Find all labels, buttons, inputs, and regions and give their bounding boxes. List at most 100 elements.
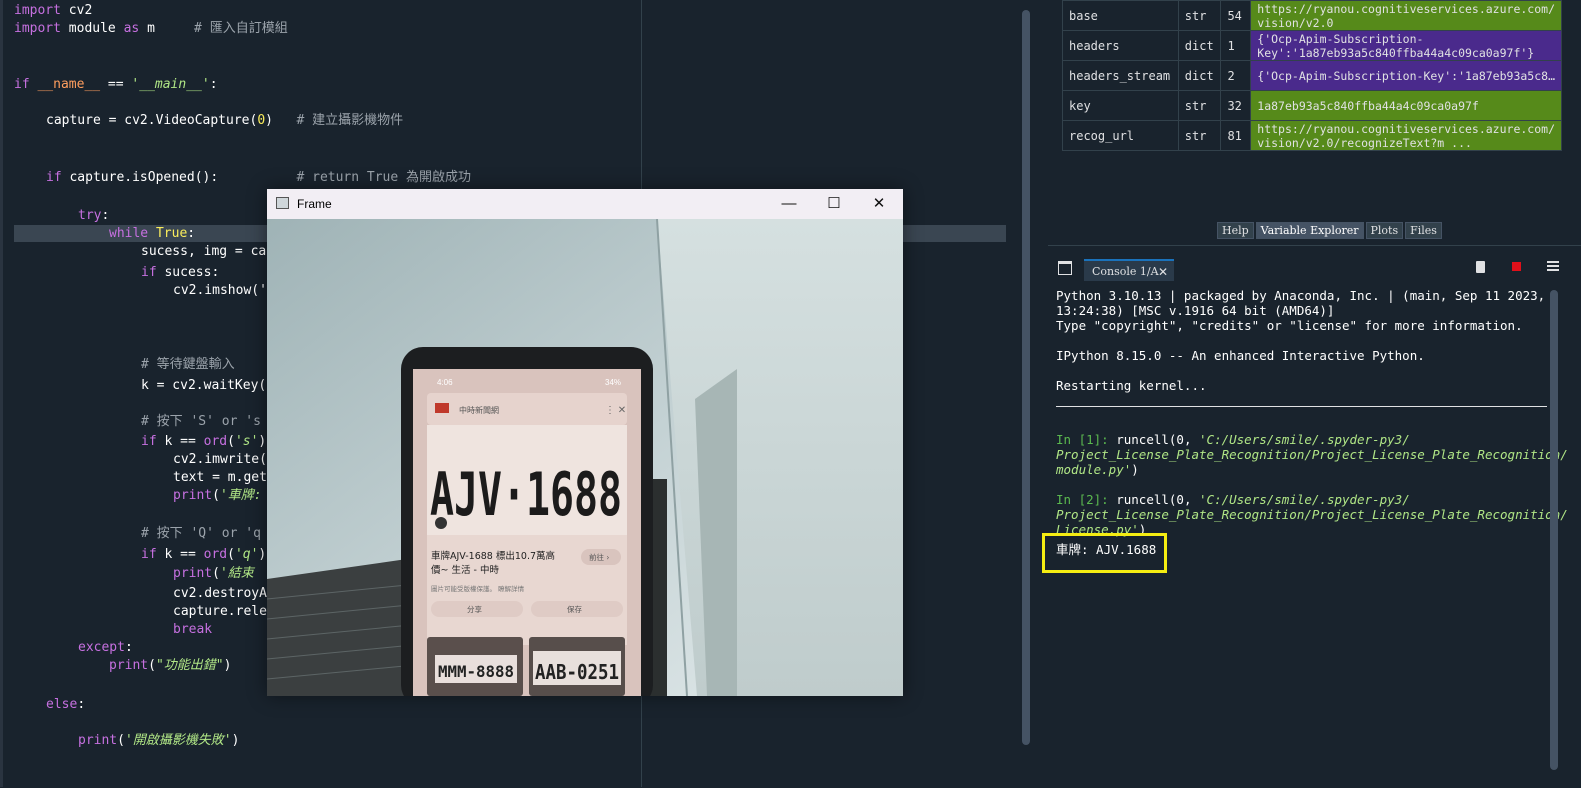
variable-value-line-2: vision/v2.0/recognizeText?m ...: [1257, 135, 1472, 150]
console-token: 'C:/Users/smile/.spyder-py3/: [1199, 432, 1410, 447]
code-token: else: [46, 697, 78, 712]
variable-value: https://ryanou.cognitiveservices.azure.c…: [1250, 120, 1562, 151]
code-token: cv2.imwrite(: [173, 452, 267, 467]
code-token: as: [123, 21, 140, 36]
code-token: if: [141, 547, 157, 562]
code-token: (: [227, 547, 235, 562]
console-panel-icon[interactable]: [1058, 261, 1072, 275]
console-scrollbar[interactable]: [1550, 290, 1558, 770]
console-line: In [2]: runcell(0, 'C:/Users/smile/.spyd…: [1056, 492, 1410, 507]
variable-row[interactable]: key str 32 1a87eb93a5c840ffba44a4c09ca0a97f: [1062, 90, 1562, 121]
code-token: m: [139, 21, 195, 36]
code-token: ==: [100, 77, 132, 92]
sub-caption: 圖片可能受版權保護。 瞭解詳情: [431, 584, 525, 593]
code-token: sucess, img = ca: [141, 244, 267, 259]
code-token: cv2.imshow(': [173, 283, 267, 298]
highlight-box: [1042, 533, 1167, 573]
svg-text:⋮ ✕: ⋮ ✕: [605, 405, 626, 416]
editor-scrollbar[interactable]: [1022, 10, 1030, 745]
console-token: Type "copyright", "credits" or "license"…: [1056, 318, 1523, 333]
code-token: capture.isOpened():: [61, 170, 297, 185]
stop-icon[interactable]: [1512, 262, 1521, 271]
variable-value: 1a87eb93a5c840ffba44a4c09ca0a97f: [1250, 90, 1562, 121]
console-token: 13:24:38) [MSC v.1916 64 bit (AMD64)]: [1056, 303, 1335, 318]
code-token: print: [109, 658, 149, 673]
code-token: # 等待鍵盤輸入: [141, 357, 235, 372]
minimize-button[interactable]: —: [769, 192, 809, 216]
code-line: # 按下 'Q' or 'q: [141, 525, 261, 543]
pane-tab[interactable]: Plots: [1365, 222, 1404, 239]
variable-value: {'Ocp-Apim-Subscription-Key':'1a87eb93a5…: [1250, 60, 1562, 91]
code-token: capture.rele: [173, 604, 267, 619]
pane-tab[interactable]: Files: [1405, 222, 1442, 239]
frame-title: Frame: [297, 197, 332, 211]
code-line: except:: [78, 639, 133, 657]
variable-name: headers: [1062, 30, 1179, 61]
code-token: ): [258, 434, 267, 449]
variable-value: https://ryanou.cognitiveservices.azure.c…: [1250, 0, 1562, 31]
code-line: cv2.destroyA: [173, 585, 267, 603]
variable-size: 2: [1220, 60, 1252, 91]
pane-tabs: Help Variable Explorer Plots Files: [1217, 222, 1442, 239]
console-token: In [2]:: [1056, 492, 1117, 507]
code-line: print("功能出錯"): [109, 657, 231, 675]
code-token: (: [148, 658, 156, 673]
code-line: text = m.get: [173, 469, 267, 487]
app-title: 中時新聞網: [459, 405, 499, 415]
variable-row[interactable]: base str 54 https://ryanou.cognitiveservice…: [1062, 0, 1562, 31]
console-token: In [1]:: [1056, 432, 1117, 447]
code-token: print: [173, 488, 213, 503]
code-token: print: [78, 733, 118, 748]
variable-row[interactable]: headers_stream dict 2 {'Ocp-Apim-Subscripti…: [1062, 60, 1562, 91]
headline: 車牌AJV-1688 標出10.7萬高: [431, 550, 555, 562]
code-token: ): [265, 113, 297, 128]
variable-row[interactable]: headers dict 1 {'Ocp-Apim-Subscription- Key'…: [1062, 30, 1562, 61]
frame-titlebar[interactable]: Frame — ☐ ✕: [267, 189, 903, 219]
code-token: k ==: [156, 434, 204, 449]
variable-value-line-2: Key':'1a87eb93a5c840ffba44a4c09ca0a97f'}: [1257, 45, 1535, 60]
code-line: if k == ord('s'): [141, 433, 266, 451]
code-line: break: [173, 621, 212, 639]
code-line: print('開啟攝影機失敗'): [78, 732, 239, 750]
console-line: Project_License_Plate_Recognition/Projec…: [1056, 507, 1568, 522]
camera-image: 4:06 34% 中時新聞網 ⋮ ✕ AJV·1688 車牌AJV-1688 標…: [267, 219, 903, 696]
maximize-button[interactable]: ☐: [814, 192, 854, 216]
variable-type: dict: [1177, 30, 1222, 61]
code-token: import: [14, 21, 61, 36]
variable-row[interactable]: recog_url str 81 https://ryanou.cognitivese…: [1062, 120, 1562, 151]
code-line: while True:: [109, 225, 195, 243]
pane-tab[interactable]: Help: [1217, 222, 1254, 239]
close-icon[interactable]: ✕: [1158, 261, 1168, 283]
menu-icon[interactable]: [1547, 261, 1559, 271]
code-token: cv2.destroyA: [173, 586, 267, 601]
code-token: __name__: [37, 77, 101, 92]
variable-value-line: {'Ocp-Apim-Subscription-: [1257, 31, 1424, 46]
console-token: runcell(0,: [1116, 492, 1200, 507]
code-token: if: [141, 434, 157, 449]
code-token: k = cv2.waitKey(: [141, 378, 267, 393]
console-line: In [1]: runcell(0, 'C:/Users/smile/.spyd…: [1056, 432, 1410, 447]
console-tab[interactable]: Console 1/A ✕: [1084, 259, 1174, 281]
console-line: 13:24:38) [MSC v.1916 64 bit (AMD64)]: [1056, 303, 1334, 318]
code-line: capture.rele: [173, 603, 267, 621]
trash-icon[interactable]: [1476, 261, 1485, 273]
code-line: k = cv2.waitKey(: [141, 377, 266, 395]
editor-left-edge: [0, 0, 3, 787]
code-line: else:: [46, 696, 85, 714]
code-token: # return True 為開啟成功: [296, 170, 472, 185]
code-line: print('車牌:: [173, 487, 262, 505]
frame-window[interactable]: Frame — ☐ ✕ 4:06 34% 中時新聞網 ⋮ ✕ AJV·1688 …: [267, 189, 903, 696]
code-token: True: [155, 226, 188, 241]
code-line: sucess, img = ca: [141, 243, 266, 261]
close-button[interactable]: ✕: [859, 192, 899, 216]
variable-value-line-2: vision/v2.0: [1257, 15, 1334, 30]
window-app-icon: [276, 197, 289, 209]
code-token: # 匯入自訂模組: [194, 21, 288, 36]
code-token: '開啟攝影機失敗': [124, 733, 232, 748]
console-line: Python 3.10.13 | packaged by Anaconda, I…: [1056, 288, 1545, 303]
code-token: (: [117, 733, 125, 748]
variable-value-line: https://ryanou.cognitiveservices.azure.c…: [1257, 1, 1555, 16]
phone-battery: 34%: [605, 378, 621, 387]
pane-tab[interactable]: Variable Explorer: [1255, 222, 1364, 239]
